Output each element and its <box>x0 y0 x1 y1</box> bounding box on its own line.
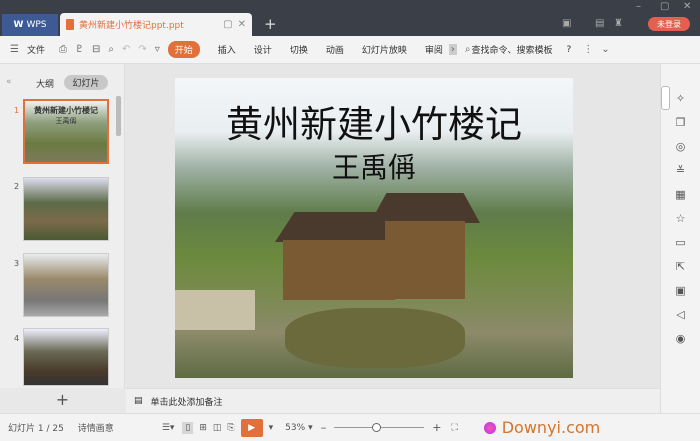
panel-scrollbar[interactable] <box>116 96 121 136</box>
path <box>175 290 255 330</box>
picture-icon[interactable]: ▣ <box>675 284 685 297</box>
bamboo-house <box>283 240 395 300</box>
fit-window-icon[interactable]: ⛶ <box>451 423 457 433</box>
volume-icon[interactable]: ◁ <box>676 308 684 321</box>
watermark-logo: Downyi.com <box>501 418 601 437</box>
presenter-icon[interactable]: ⎘ <box>227 423 234 433</box>
canvas-scrollbar[interactable] <box>661 86 670 110</box>
sorter-view-icon[interactable]: ⊞ <box>199 423 207 433</box>
house-roof <box>370 193 480 223</box>
tab-design[interactable]: 设计 <box>254 43 272 56</box>
slide-number: 2 <box>14 182 20 191</box>
close-window-icon[interactable]: ✕ <box>683 1 691 12</box>
theme-name[interactable]: 诗情画意 <box>78 421 114 434</box>
collapse-ribbon-icon[interactable]: ⌄ <box>601 44 609 55</box>
status-bar: 幻灯片 1 / 25 诗情画意 ☰▾ ▯ ⊞ ◫ ⎘ ▶ ▾ 53% ▾ – +… <box>0 413 700 441</box>
pond <box>285 308 465 368</box>
add-slide-button[interactable]: + <box>0 388 125 411</box>
minimize-icon[interactable]: – <box>636 1 641 12</box>
new-tab-button[interactable]: + <box>264 15 277 33</box>
undo-icon[interactable]: ↶ <box>122 44 130 55</box>
tab-outline[interactable]: 大纲 <box>36 77 54 90</box>
zoom-dropdown-icon[interactable]: ▾ <box>308 423 313 433</box>
document-tab[interactable]: 黄州新建小竹楼记ppt.ppt ▢ ✕ <box>60 13 252 36</box>
slide-counter: 幻灯片 1 / 25 <box>8 424 64 434</box>
notes-icon: ▤ <box>134 396 143 406</box>
doc-icon[interactable]: ▤ <box>595 18 604 29</box>
file-menu[interactable]: 文件 <box>27 43 45 56</box>
slide-subtitle[interactable]: 王禹偁 <box>175 146 573 186</box>
zoom-slider[interactable] <box>334 423 425 432</box>
skin-icon[interactable]: ♜ <box>614 18 623 29</box>
notes-bar[interactable]: ▤ 单击此处添加备注 <box>126 388 660 413</box>
zoom-level[interactable]: 53% <box>285 423 305 433</box>
collapse-panel-icon[interactable]: « <box>6 77 12 87</box>
normal-view-icon[interactable]: ▯ <box>182 421 194 434</box>
more-icon[interactable]: ⋮ <box>583 44 593 55</box>
tab-start[interactable]: 开始 <box>167 41 200 58</box>
thumb-subtitle: 王禹偁 <box>55 117 77 125</box>
help-button[interactable]: ? <box>567 45 572 55</box>
magic-icon[interactable]: ✧ <box>676 92 685 105</box>
box-icon[interactable]: ▭ <box>675 236 685 249</box>
wps-home-tab[interactable]: W WPS <box>2 14 58 36</box>
copy-icon[interactable]: ❐ <box>676 116 686 129</box>
reading-view-icon[interactable]: ◫ <box>213 423 222 433</box>
current-slide[interactable]: 黄州新建小竹楼记 王禹偁 <box>175 78 573 378</box>
tab-animation[interactable]: 动画 <box>326 43 344 56</box>
tab-transition[interactable]: 切换 <box>290 43 308 56</box>
right-sidebar: ✧ ❐ ◎ ≚ ▦ ☆ ▭ ⇱ ▣ ◁ ◉ <box>660 64 700 413</box>
slide-number: 3 <box>14 259 20 268</box>
format-painter-icon[interactable]: ♇ <box>75 44 84 55</box>
assistant-icon[interactable] <box>483 421 496 434</box>
close-tab-icon[interactable]: ✕ <box>238 19 246 30</box>
zoom-slider-knob[interactable] <box>372 423 382 432</box>
compass-icon[interactable]: ◉ <box>676 332 686 345</box>
slide-number: 4 <box>14 334 20 343</box>
play-dropdown-icon[interactable]: ▾ <box>269 423 274 433</box>
slide-number: 1 <box>14 106 20 115</box>
notes-toggle-icon[interactable]: ☰▾ <box>162 423 175 433</box>
image-icon[interactable]: ▦ <box>675 188 685 201</box>
wps-label: WPS <box>26 20 47 30</box>
tab-insert[interactable]: 插入 <box>218 43 236 56</box>
search-icon: ⌕ <box>464 44 471 55</box>
redo-icon[interactable]: ↷ <box>138 44 146 55</box>
zoom-in-button[interactable]: + <box>432 421 441 434</box>
print-icon[interactable]: ⊟ <box>92 44 100 55</box>
thumb-title: 黄州新建小竹楼记 <box>34 106 98 115</box>
bamboo-tower <box>385 221 465 299</box>
tab-slideshow[interactable]: 幻灯片放映 <box>362 43 407 56</box>
more-dropdown-icon[interactable]: ▿ <box>155 44 160 55</box>
notes-placeholder[interactable]: 单击此处添加备注 <box>151 395 223 408</box>
settings-sliders-icon[interactable]: ≚ <box>676 164 685 177</box>
ppt-file-icon <box>66 19 74 30</box>
maximize-icon[interactable]: ▢ <box>660 1 669 12</box>
zoom-out-button[interactable]: – <box>321 421 327 434</box>
menu-icon[interactable]: ☰ <box>10 44 19 55</box>
login-button[interactable]: 未登录 <box>648 17 690 31</box>
document-title: 黄州新建小竹楼记ppt.ppt <box>79 21 184 31</box>
window-layout-icon[interactable]: ▣ <box>562 18 571 29</box>
save-icon[interactable]: ⎙ <box>59 44 67 55</box>
slide-thumbnail-1[interactable]: 黄州新建小竹楼记 王禹偁 <box>23 99 109 164</box>
slide-thumbnail-3[interactable] <box>23 253 109 317</box>
slide-thumbnail-2[interactable] <box>23 177 109 241</box>
ribbon-toolbar: ☰ 文件 ⎙ ♇ ⊟ ⌕ ↶ ↷ ▿ 开始 插入 设计 切换 动画 幻灯片放映 … <box>0 36 700 64</box>
play-slideshow-button[interactable]: ▶ <box>240 418 263 437</box>
tab-slides[interactable]: 幻灯片 <box>64 75 108 90</box>
shapes-icon[interactable]: ◎ <box>676 140 686 153</box>
scroll-tabs-icon[interactable]: › <box>448 44 457 55</box>
star-icon[interactable]: ☆ <box>676 212 686 225</box>
pin-icon[interactable]: ▢ <box>223 19 232 30</box>
slide-title[interactable]: 黄州新建小竹楼记 <box>175 94 573 148</box>
share-icon[interactable]: ⇱ <box>676 260 685 273</box>
search-command[interactable]: 查找命令、搜索模板 <box>471 43 552 56</box>
tab-review[interactable]: 审阅 <box>425 43 443 56</box>
print-preview-icon[interactable]: ⌕ <box>108 44 114 55</box>
slide-thumbnail-4[interactable] <box>23 328 109 386</box>
